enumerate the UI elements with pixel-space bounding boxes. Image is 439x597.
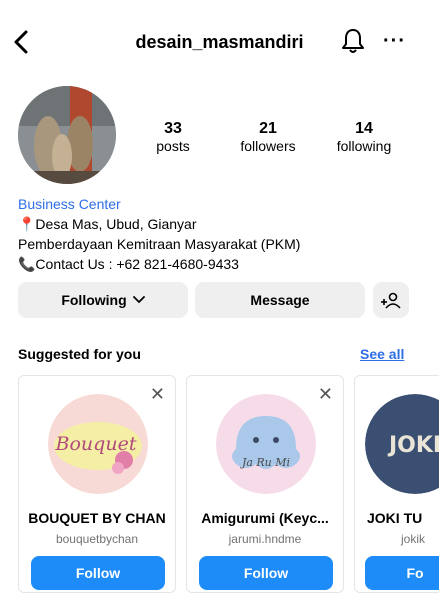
suggested-name: BOUQUET BY CHAN bbox=[28, 510, 166, 526]
profile-avatar[interactable] bbox=[18, 86, 116, 184]
suggested-card[interactable]: ✕ Bouquet BOUQUET BY CHAN bouquetbychan … bbox=[18, 375, 176, 593]
suggested-avatar[interactable]: JOKI bbox=[365, 394, 439, 494]
suggested-avatar[interactable]: Ja Ru Mi bbox=[216, 394, 316, 494]
close-icon[interactable]: ✕ bbox=[318, 384, 333, 405]
stat-value: 21 bbox=[259, 120, 277, 137]
suggested-name: JOKI TU bbox=[367, 510, 423, 526]
message-button-label: Message bbox=[250, 292, 310, 308]
suggested-handle: jarumi.hndme bbox=[228, 532, 302, 546]
profile-username: desain_masmandiri bbox=[135, 32, 304, 52]
stat-label: followers bbox=[240, 138, 296, 154]
stat-label: posts bbox=[156, 138, 190, 154]
bio-location: 📍Desa Mas, Ubud, Gianyar bbox=[18, 216, 197, 232]
bell-icon[interactable] bbox=[340, 27, 366, 55]
bio-line: Pemberdayaan Kemitraan Masyarakat (PKM) bbox=[18, 236, 301, 252]
jarumi-logo-text: Ja Ru Mi bbox=[240, 456, 290, 469]
stat-value: 33 bbox=[164, 120, 182, 137]
suggested-card[interactable]: ✕ Ja Ru Mi Amigurumi (Keyc... jarumi.hnd… bbox=[186, 375, 344, 593]
suggested-card[interactable]: JOKI JOKI TU jokik Fo bbox=[354, 375, 439, 593]
suggested-handle: jokik bbox=[401, 532, 426, 546]
add-user-button[interactable] bbox=[373, 282, 409, 318]
chevron-down-icon bbox=[132, 296, 145, 304]
stat-posts[interactable]: 33 posts bbox=[133, 120, 213, 154]
stat-followers[interactable]: 21 followers bbox=[228, 120, 308, 154]
following-button[interactable]: Following bbox=[18, 282, 188, 318]
suggested-avatar[interactable]: Bouquet bbox=[48, 394, 148, 494]
top-bar: desain_masmandiri ··· bbox=[0, 22, 439, 62]
joki-logo-text: JOKI bbox=[387, 433, 439, 458]
follow-button[interactable]: Follow bbox=[199, 556, 333, 590]
stat-following[interactable]: 14 following bbox=[324, 120, 404, 154]
message-button[interactable]: Message bbox=[195, 282, 365, 318]
follow-button[interactable]: Fo bbox=[365, 556, 439, 590]
follow-button[interactable]: Follow bbox=[31, 556, 165, 590]
see-all-link[interactable]: See all bbox=[360, 346, 404, 362]
stat-value: 14 bbox=[355, 120, 373, 137]
profile-bio: Business Center 📍Desa Mas, Ubud, Gianyar… bbox=[18, 194, 418, 274]
more-icon[interactable]: ··· bbox=[383, 31, 406, 51]
following-button-label: Following bbox=[61, 292, 127, 308]
suggested-title: Suggested for you bbox=[18, 346, 141, 362]
suggested-name: Amigurumi (Keyc... bbox=[201, 510, 329, 526]
bio-contact: 📞Contact Us : +62 821-4680-9433 bbox=[18, 256, 239, 272]
suggested-handle: bouquetbychan bbox=[55, 532, 139, 546]
add-user-icon bbox=[381, 292, 401, 309]
stat-label: following bbox=[336, 138, 392, 154]
bio-category-link[interactable]: Business Center bbox=[18, 194, 418, 214]
close-icon[interactable]: ✕ bbox=[150, 384, 165, 405]
